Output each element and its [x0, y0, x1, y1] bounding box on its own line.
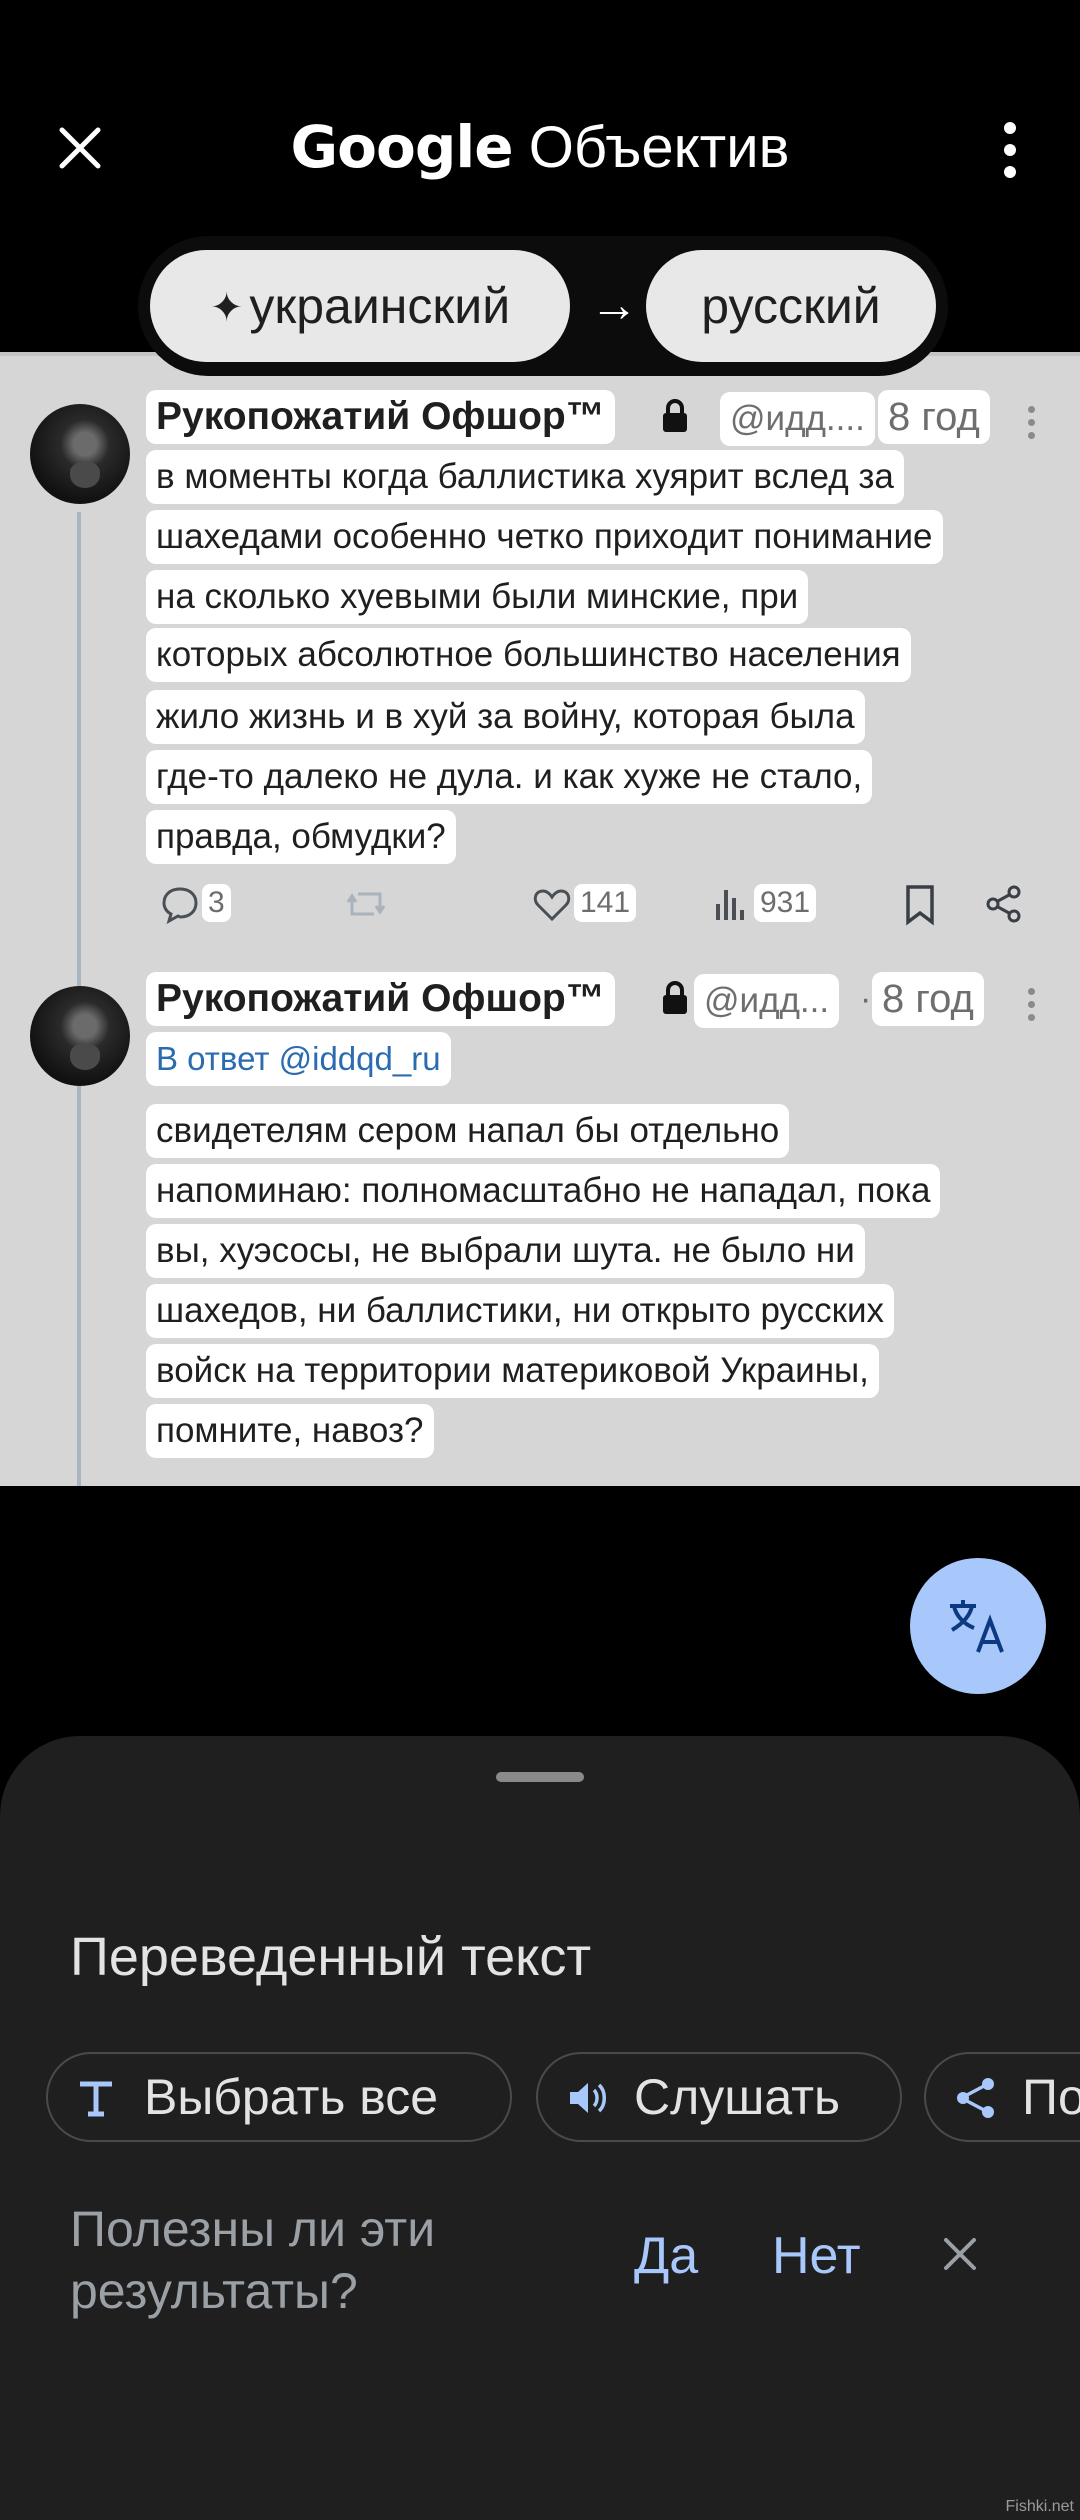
- sheet-title: Переведенный текст: [70, 1927, 592, 1987]
- select-all-button[interactable]: Выбрать все: [46, 2052, 512, 2142]
- translate-button[interactable]: [910, 1558, 1046, 1694]
- target-language-button[interactable]: русский: [646, 250, 936, 362]
- language-selector: ✦ украинский → русский: [138, 236, 948, 376]
- bar-chart-icon: [716, 890, 744, 920]
- google-logo: Google: [290, 113, 514, 181]
- post-text-line: войск на территории материковой Украины,: [146, 1344, 879, 1398]
- bottom-sheet: Переведенный текст Выбрать все Слушать П…: [0, 1736, 1080, 2520]
- feedback-yes-button[interactable]: Да: [634, 2224, 698, 2288]
- author-handle: @идд....: [720, 392, 875, 446]
- sparkle-icon: ✦: [209, 286, 244, 330]
- app-title: Google Объектив: [0, 112, 1080, 183]
- bookmark-icon: [906, 885, 934, 926]
- post-text-line: шахедов, ни баллистики, ни открыто русск…: [146, 1284, 895, 1338]
- feedback-no-button[interactable]: Нет: [772, 2224, 861, 2288]
- arrow-right-icon: →: [590, 279, 638, 332]
- listen-button[interactable]: Слушать: [536, 2052, 902, 2142]
- comment-icon: [162, 887, 198, 924]
- share-icon: [986, 885, 1021, 923]
- share-label: По: [1022, 2069, 1080, 2125]
- view-count: 931: [754, 884, 817, 922]
- heart-icon: [533, 889, 571, 922]
- speaker-icon: [570, 2083, 606, 2113]
- post-text-line: жило жизнь и в хуй за войну, которая был…: [146, 690, 865, 744]
- product-name: Объектив: [528, 115, 790, 180]
- reply-count: 3: [202, 884, 231, 922]
- translate-icon: [950, 1600, 1004, 1653]
- post-time: 8 год: [878, 390, 990, 444]
- avatar[interactable]: [30, 404, 130, 504]
- top-bar: Google Объектив: [0, 0, 1080, 240]
- lock-icon: [663, 399, 687, 432]
- post-text-line: на сколько хуевыми были минские, при: [146, 570, 809, 624]
- close-icon[interactable]: [938, 2232, 982, 2276]
- feedback-question: Полезны ли эти результаты?: [70, 2201, 436, 2319]
- separator: ·: [860, 980, 872, 1018]
- share-icon: [957, 2078, 994, 2118]
- post-time: 8 год: [872, 972, 984, 1026]
- avatar[interactable]: [30, 986, 130, 1086]
- post-text-line: которых абсолютное большинство населения: [146, 628, 911, 682]
- post-text-line: в моменты когда баллистика хуярит вслед …: [146, 450, 904, 504]
- watermark: Fishki.net: [1005, 2498, 1074, 2515]
- repost-icon: [346, 892, 386, 916]
- post-text-line: вы, хуэсосы, не выбрали шута. не было ни: [146, 1224, 865, 1278]
- more-icon[interactable]: [1026, 406, 1036, 445]
- author-name: Рукопожатий Офшор™: [146, 390, 615, 444]
- post-text-line: шахедами особенно четко приходит пониман…: [146, 510, 943, 564]
- author-name: Рукопожатий Офшор™: [146, 972, 615, 1026]
- post-text-line: где-то далеко не дула. и как хуже не ста…: [146, 750, 873, 804]
- like-count: 141: [574, 884, 637, 922]
- source-language-label: украинский: [249, 278, 511, 334]
- source-language-button[interactable]: ✦ украинский: [150, 250, 570, 362]
- post-text-line: помните, навоз?: [146, 1404, 434, 1458]
- more-vert-icon[interactable]: [1000, 122, 1020, 182]
- post-text-line: правда, обмудки?: [146, 810, 456, 864]
- share-chip-button[interactable]: По: [924, 2052, 1080, 2142]
- reply-to-link[interactable]: В ответ @iddqd_ru: [146, 1032, 451, 1086]
- lock-icon: [663, 981, 687, 1014]
- more-icon[interactable]: [1026, 988, 1036, 1027]
- author-handle: @идд...: [694, 974, 840, 1028]
- drag-handle[interactable]: [496, 1772, 584, 1782]
- post-text-line: свидетелям сером напал бы отдельно: [146, 1104, 790, 1158]
- text-select-icon: [80, 2081, 112, 2117]
- translated-image: Рукопожатий Офшор™ @идд.... 8 год в моме…: [0, 352, 1080, 1486]
- post-text-line: напоминаю: полномасштабно не нападал, по…: [146, 1164, 941, 1218]
- select-all-label: Выбрать все: [144, 2069, 439, 2125]
- listen-label: Слушать: [634, 2069, 841, 2125]
